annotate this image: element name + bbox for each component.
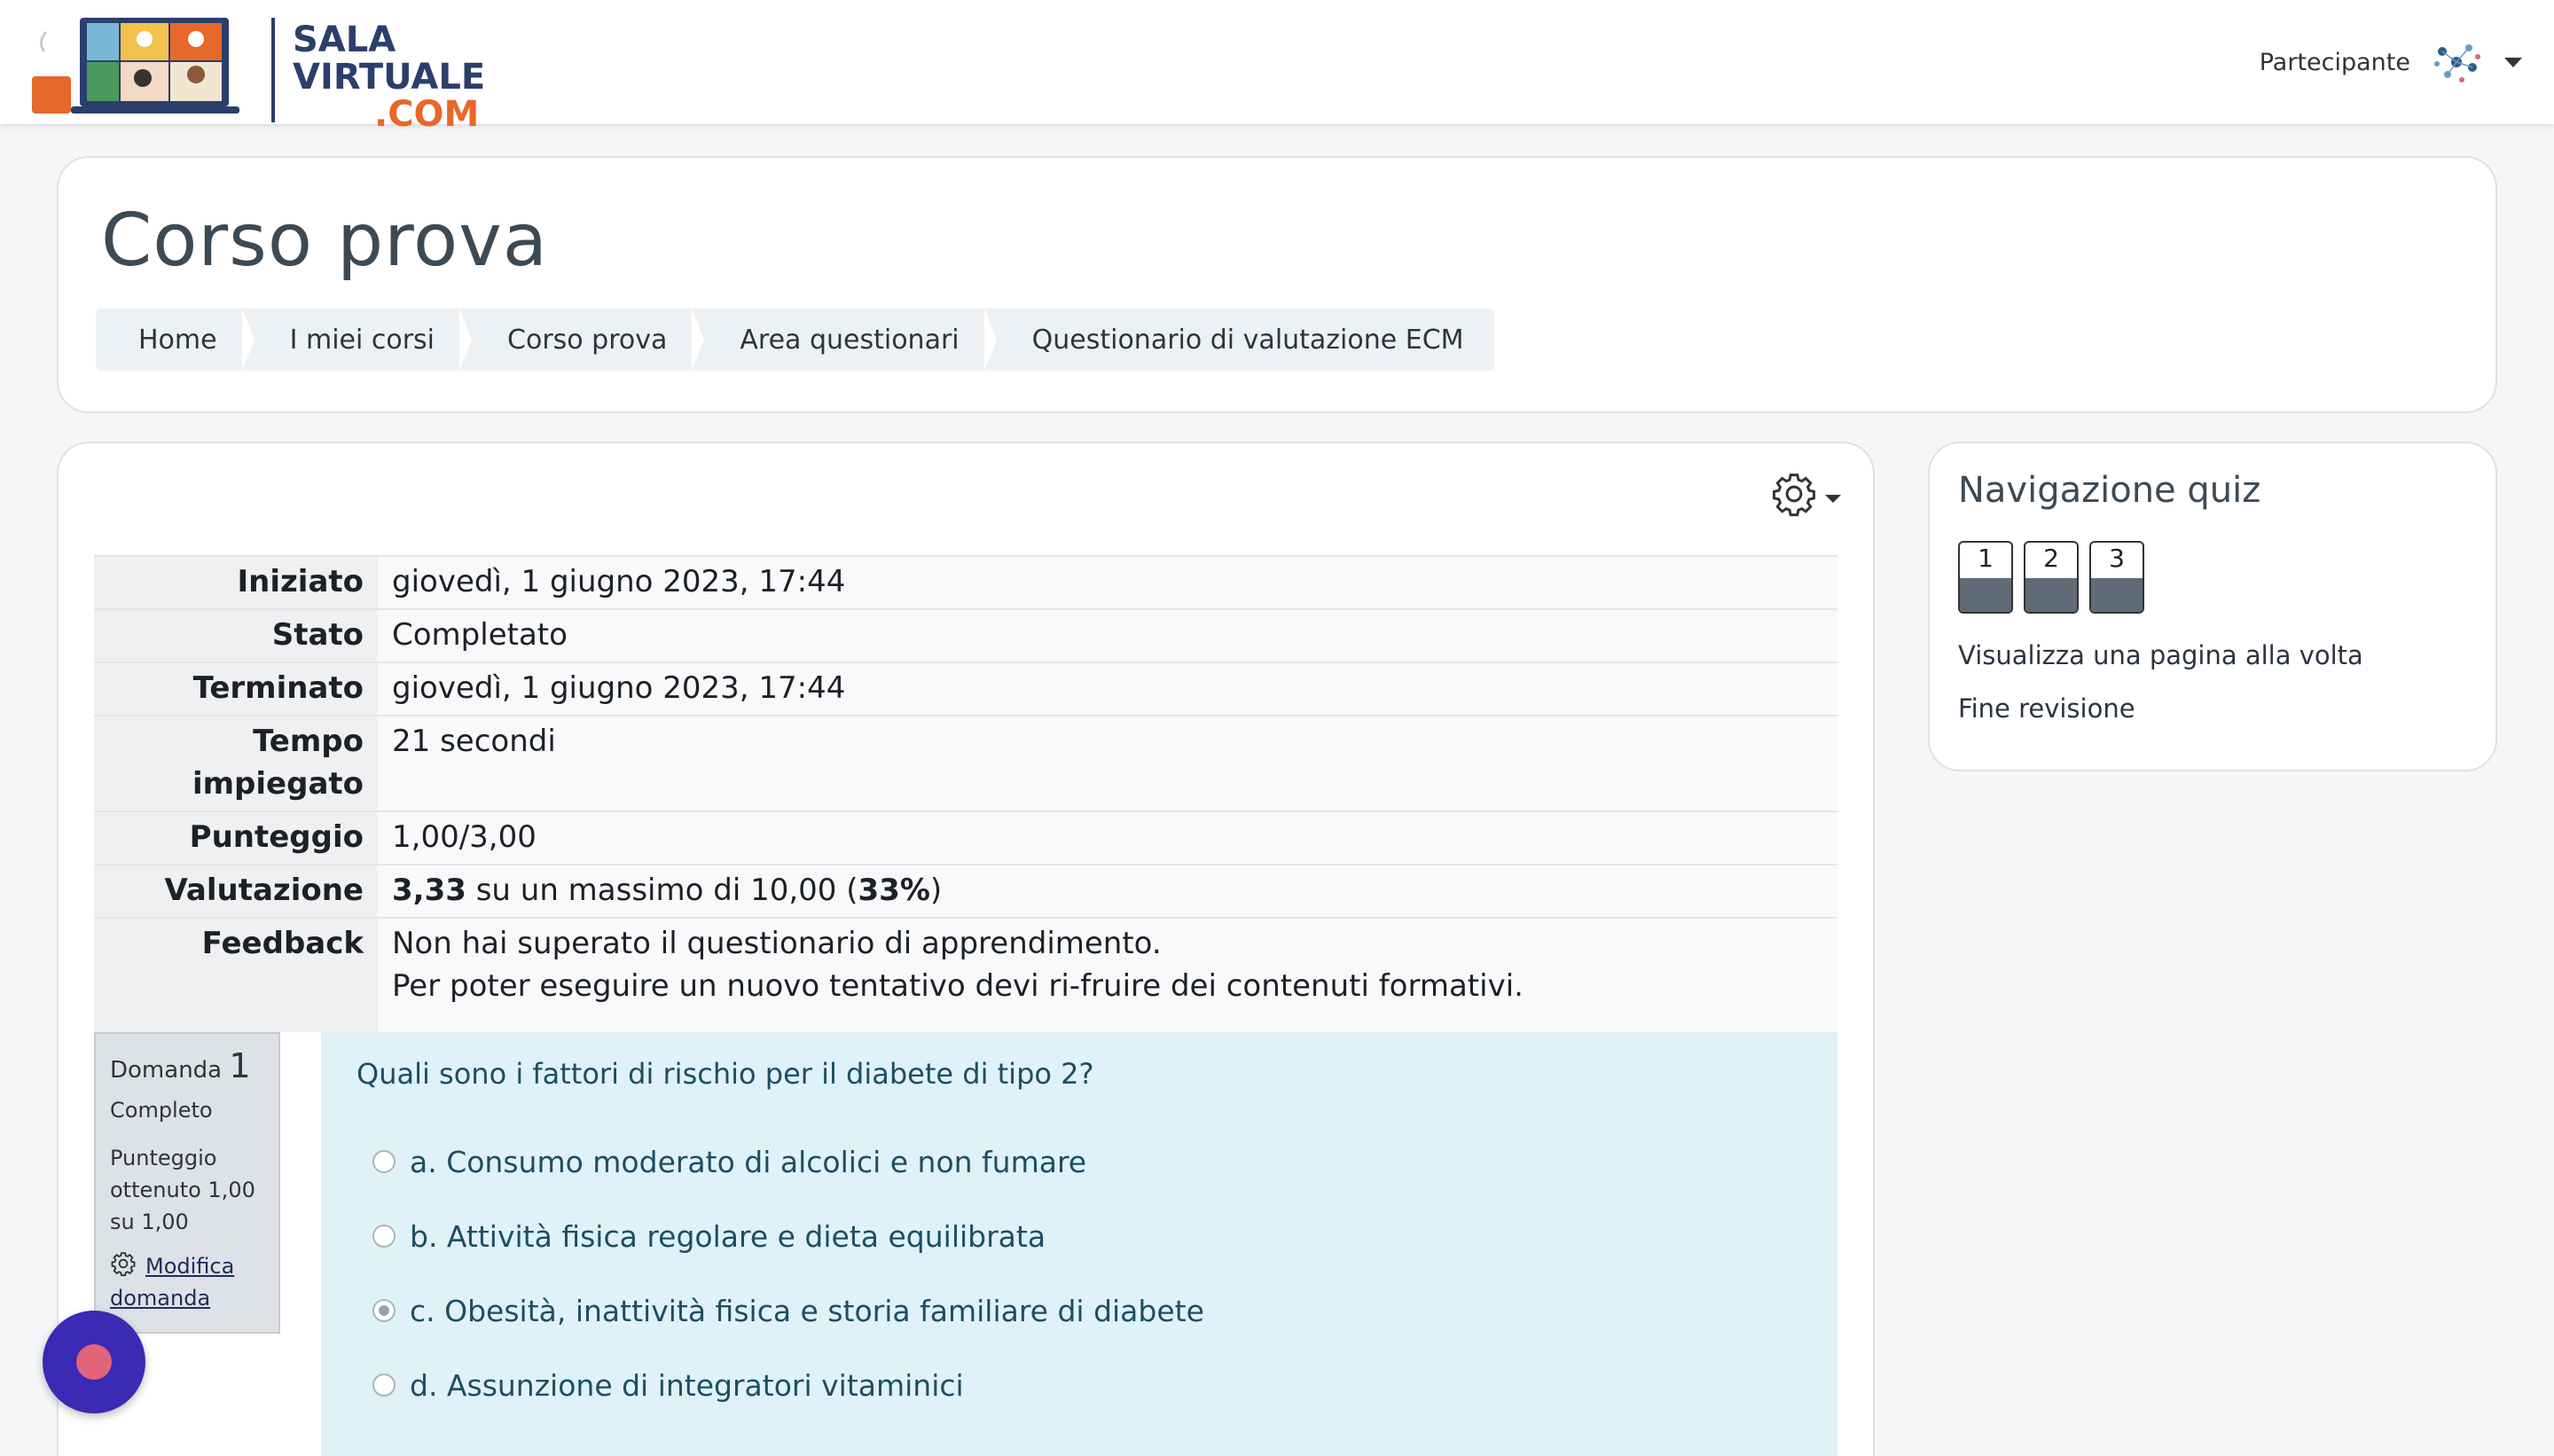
summary-key: Stato — [94, 608, 378, 662]
grade-score: 3,33 — [392, 873, 466, 908]
gear-icon[interactable] — [1770, 470, 1818, 518]
answer-label: c. Obesità, inattività fisica e storia f… — [410, 1293, 1204, 1328]
question-label: Domanda — [110, 1057, 223, 1084]
answer-radio[interactable] — [372, 1225, 396, 1248]
user-menu[interactable]: Partecipante — [2260, 0, 2554, 124]
attempt-summary-table: Iniziato giovedì, 1 giugno 2023, 17:44 S… — [94, 555, 1837, 1032]
chat-button[interactable] — [43, 1311, 145, 1413]
feedback-line: Per poter eseguire un nuovo tentativo de… — [392, 968, 1524, 1004]
quiz-nav-number: 3 — [2109, 544, 2125, 573]
summary-key: Feedback — [94, 917, 378, 1032]
summary-key: Valutazione — [94, 864, 378, 918]
summary-value: 1,00/3,00 — [378, 810, 1837, 865]
feedback-line: Non hai superato il questionario di appr… — [392, 926, 1162, 961]
edit-question-link[interactable]: Modifica domanda — [110, 1250, 264, 1314]
summary-value: giovedì, 1 giugno 2023, 17:44 — [378, 555, 1837, 609]
page-title: Corso prova — [101, 199, 549, 283]
logo-line-3: .COM — [374, 94, 480, 135]
summary-value: Completato — [378, 608, 1837, 662]
answer-label: b. Attività fisica regolare e dieta equi… — [410, 1218, 1046, 1254]
summary-row: Tempo impiegato 21 secondi — [94, 715, 1837, 811]
answer-label: d. Assunzione di integratori vitaminici — [410, 1367, 964, 1403]
grade-percent: 33% — [858, 873, 930, 908]
quiz-review-region: Iniziato giovedì, 1 giugno 2023, 17:44 S… — [57, 442, 1875, 1456]
breadcrumb-my-courses[interactable]: I miei corsi — [241, 309, 465, 371]
logo-wordmark: SALA VIRTUALE .COM — [293, 21, 485, 133]
settings-menu-button[interactable] — [1770, 470, 1841, 518]
quiz-nav-button-3[interactable]: 3 — [2089, 541, 2144, 614]
quiz-nav-button-1[interactable]: 1 — [1958, 541, 2013, 614]
summary-key: Iniziato — [94, 555, 378, 609]
quiz-navigation-block: Navigazione quiz 1 2 3 Visualizza una pa… — [1928, 442, 2497, 771]
laptop-logo-icon — [32, 18, 239, 114]
breadcrumb-home[interactable]: Home — [96, 309, 247, 371]
answer-radio-selected[interactable] — [372, 1299, 396, 1322]
answer-radio[interactable] — [372, 1150, 396, 1173]
answer-option[interactable]: d. Assunzione di integratori vitaminici — [356, 1348, 1802, 1422]
quiz-navigation-buttons: 1 2 3 — [1958, 541, 2144, 614]
finish-review-link[interactable]: Fine revisione — [1958, 693, 2135, 724]
summary-row: Iniziato giovedì, 1 giugno 2023, 17:44 — [94, 555, 1837, 609]
answer-option[interactable]: a. Consumo moderato di alcolici e non fu… — [356, 1124, 1802, 1199]
question-content: Quali sono i fattori di rischio per il d… — [321, 1032, 1837, 1456]
molecule-avatar-icon[interactable] — [2430, 35, 2483, 89]
summary-key: Punteggio — [94, 810, 378, 865]
question-number-value: 1 — [229, 1046, 251, 1085]
site-logo[interactable]: SALA VIRTUALE .COM — [32, 12, 485, 133]
quiz-navigation-title: Navigazione quiz — [1958, 470, 2261, 511]
quiz-nav-number: 1 — [1978, 544, 1994, 573]
breadcrumb: Home I miei corsi Corso prova Area quest… — [96, 309, 1494, 371]
question-grade: Punteggio ottenuto 1,00 su 1,00 — [110, 1146, 255, 1234]
top-navbar: SALA VIRTUALE .COM Partecipante — [0, 0, 2554, 133]
summary-value: giovedì, 1 giugno 2023, 17:44 — [378, 661, 1837, 716]
summary-row-grade: Valutazione 3,33 su un massimo di 10,00 … — [94, 864, 1837, 918]
logo-divider — [271, 18, 275, 122]
question-number: Domanda 1 — [110, 1046, 264, 1085]
logo-line-1: SALA — [293, 20, 396, 60]
answer-option[interactable]: c. Obesità, inattività fisica e storia f… — [356, 1273, 1802, 1348]
summary-row-feedback: Feedback Non hai superato il questionari… — [94, 917, 1837, 1032]
summary-value: 3,33 su un massimo di 10,00 (33%) — [378, 864, 1837, 918]
caret-down-icon[interactable] — [1825, 494, 1841, 503]
quiz-nav-state-fill — [1960, 578, 2011, 612]
summary-value: Non hai superato il questionario di appr… — [378, 917, 1837, 1032]
answer-option[interactable]: b. Attività fisica regolare e dieta equi… — [356, 1199, 1802, 1273]
answer-radio[interactable] — [372, 1374, 396, 1397]
quiz-nav-button-2[interactable]: 2 — [2024, 541, 2079, 614]
breadcrumb-quiz-area[interactable]: Area questionari — [692, 309, 989, 371]
summary-row: Terminato giovedì, 1 giugno 2023, 17:44 — [94, 661, 1837, 716]
summary-row: Stato Completato — [94, 608, 1837, 662]
breadcrumb-quiz[interactable]: Questionario di valutazione ECM — [983, 309, 1494, 371]
quiz-nav-number: 2 — [2043, 544, 2059, 573]
caret-down-icon[interactable] — [2504, 57, 2522, 67]
summary-value: 21 secondi — [378, 715, 1837, 811]
gear-icon[interactable] — [110, 1250, 137, 1277]
summary-key: Terminato — [94, 661, 378, 716]
quiz-nav-state-fill — [2025, 578, 2077, 612]
summary-key: Tempo impiegato — [94, 715, 378, 811]
summary-row: Punteggio 1,00/3,00 — [94, 810, 1837, 865]
question-info: Domanda 1 Completo Punteggio ottenuto 1,… — [94, 1032, 280, 1334]
breadcrumb-course[interactable]: Corso prova — [459, 309, 697, 371]
page-header: Corso prova Home I miei corsi Corso prov… — [57, 156, 2497, 413]
user-role[interactable]: Partecipante — [2260, 49, 2410, 76]
question-state: Completo — [110, 1098, 213, 1123]
answer-label: a. Consumo moderato di alcolici e non fu… — [410, 1144, 1087, 1179]
chat-bubble-icon[interactable] — [76, 1344, 112, 1380]
question-text: Quali sono i fattori di rischio per il d… — [356, 1057, 1094, 1091]
logo-line-2: VIRTUALE — [293, 57, 486, 98]
quiz-nav-state-fill — [2091, 578, 2143, 612]
show-one-page-link[interactable]: Visualizza una pagina alla volta — [1958, 640, 2363, 670]
grade-middle: su un massimo di 10,00 — [475, 873, 837, 908]
